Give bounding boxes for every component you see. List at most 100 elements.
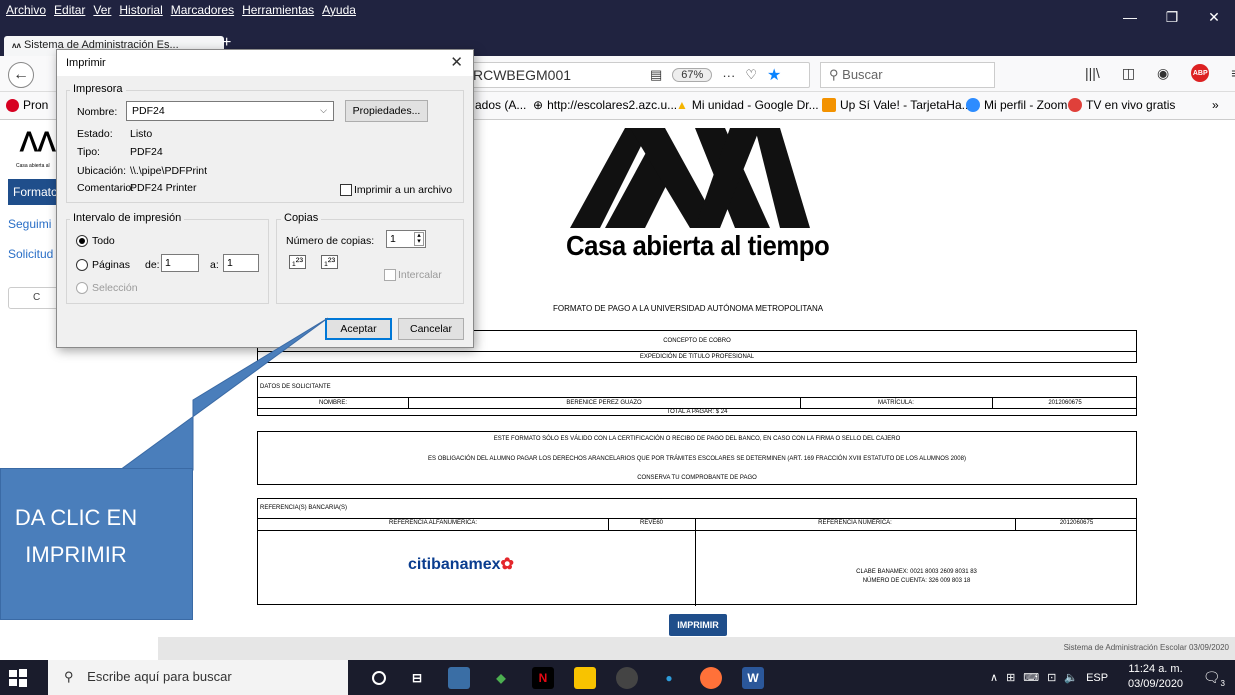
collate-pages-icon: ₁²³ ₁²³ (289, 255, 339, 269)
tipo-value: PDF24 (130, 146, 163, 158)
ref-num-label: REFERENCIA NUMÉRICA: (818, 520, 892, 526)
language-indicator[interactable]: ESP (1086, 672, 1108, 684)
close-icon[interactable]: ✕ (1193, 0, 1235, 34)
app-icon[interactable] (448, 666, 470, 689)
clock-date: 03/09/2020 (1128, 678, 1184, 690)
paginas-radio[interactable] (76, 259, 88, 271)
bookmark-label: Mi unidad - Google Dr... (691, 98, 819, 112)
print-to-file-checkbox[interactable] (340, 184, 352, 196)
up-vale-icon (822, 98, 836, 112)
app-icon[interactable] (616, 666, 638, 689)
sidebar-logo-text: Casa abierta al (16, 163, 50, 169)
clock-time: 11:24 a. m. (1128, 663, 1183, 675)
notes-table: ESTE FORMATO SÓLO ES VÁLIDO CON LA CERTI… (257, 431, 1137, 485)
keyboard-icon[interactable]: ⌨ (1023, 671, 1039, 684)
callout-line2: IMPRIMIR (25, 542, 127, 567)
ref-num-value: 2012060675 (1059, 520, 1094, 526)
ref-alfa-value: REVE60 (639, 520, 663, 526)
windows-start-icon[interactable] (8, 668, 28, 688)
reader-view-icon[interactable]: ▤ (650, 67, 662, 83)
clock[interactable]: 11:24 a. m. 03/09/2020 (1128, 662, 1183, 692)
sidebar-item-solicitud[interactable]: Solicitud (8, 247, 53, 261)
back-arrow-icon[interactable]: ← (8, 62, 34, 88)
seleccion-radio[interactable] (76, 282, 88, 294)
task-view-icon[interactable]: ⊟ (406, 667, 428, 689)
printer-select[interactable]: PDF24 ⌵ (126, 101, 334, 121)
cortana-icon[interactable] (372, 670, 386, 685)
tab-favicon-icon: ᴧᴧ (12, 41, 21, 50)
a-label: a: (210, 259, 219, 271)
app-icon[interactable]: ● (658, 667, 680, 689)
menu-item[interactable]: Archivo (6, 3, 46, 17)
sidebar-item-seguimiento[interactable]: Seguimi (8, 217, 51, 231)
notification-count: 3 (1220, 678, 1225, 688)
comentario-value: PDF24 Printer (130, 182, 197, 194)
menu-item[interactable]: Ayuda (322, 3, 356, 17)
zoom-level[interactable]: 67% (672, 68, 713, 82)
hamburger-menu-icon[interactable]: ≡ (1231, 65, 1235, 81)
note-keep-receipt: CONSERVA TU COMPROBANTE DE PAGO (637, 475, 757, 481)
menu-item[interactable]: Herramientas (242, 3, 314, 17)
restore-icon[interactable]: ❐ (1151, 0, 1193, 34)
taskbar-search-input[interactable]: ⚲ Escribe aquí para buscar (48, 660, 348, 695)
bookmark-label: Pron (23, 98, 49, 112)
todo-label: Todo (92, 235, 115, 247)
clabe: CLABE BANAMEX: 0021 8003 2609 8031 83 (856, 569, 977, 575)
minimize-icon[interactable]: — (1109, 0, 1151, 34)
printer-group-label: Impresora (70, 83, 126, 95)
sidebar-toggle-icon[interactable]: ◫ (1122, 65, 1135, 82)
menu-item[interactable]: Editar (54, 3, 85, 17)
bookmark-item[interactable]: TV en vivo gratis (1068, 98, 1175, 112)
ref-alfa-label: REFERENCIA ALFANUMERICA: (388, 520, 478, 526)
cancelar-button[interactable]: Cancelar (398, 318, 464, 340)
logo-text: Casa abierta al tiempo (566, 230, 830, 261)
page-actions-icon[interactable]: ··· (722, 68, 735, 83)
propiedades-button[interactable]: Propiedades... (345, 100, 428, 122)
spinner-icon[interactable]: ▴ ▾ (414, 232, 424, 246)
url-tools: ▤ 67% ··· ♡ ★ (650, 62, 781, 88)
account-icon[interactable]: ◉ (1157, 65, 1169, 82)
search-input[interactable]: ⚲ Buscar (820, 62, 995, 88)
volume-icon[interactable]: 🔈 (1064, 671, 1078, 684)
library-icon[interactable]: |||\ (1085, 65, 1100, 81)
document-title: FORMATO DE PAGO A LA UNIVERSIDAD AUTÓNOM… (553, 304, 824, 313)
google-drive-icon: ▲ (676, 98, 688, 112)
imprimir-button[interactable]: IMPRIMIR (669, 614, 727, 636)
taskbar: ⚲ Escribe aquí para buscar ⊟ ◆ N ● W ∧ ⊞… (0, 660, 1235, 695)
dialog-close-icon[interactable]: ✕ (450, 53, 463, 71)
aceptar-button[interactable]: Aceptar (325, 318, 392, 340)
menu-item[interactable]: Historial (119, 3, 162, 17)
netflix-icon[interactable]: N (532, 666, 554, 689)
intercalar-checkbox[interactable] (384, 269, 396, 281)
menu-item[interactable]: Ver (93, 3, 111, 17)
references-label: REFERENCIA(S) BANCARIA(S) (260, 505, 348, 511)
file-explorer-icon[interactable] (574, 666, 596, 689)
datos-table: DATOS DE SOLICITANTE NOMBRE: BERENICE PE… (257, 376, 1137, 416)
bookmark-item[interactable]: ados (A... (475, 98, 526, 112)
notification-icon[interactable]: 🗨3 (1203, 669, 1225, 688)
search-icon: ⚲ (829, 67, 839, 82)
bookmarks-overflow-icon[interactable]: » (1212, 98, 1219, 112)
bookmark-star-icon[interactable]: ★ (767, 65, 781, 85)
firefox-icon[interactable] (700, 666, 722, 689)
bookmark-item[interactable]: Up Sí Vale! - TarjetaHa... (822, 98, 972, 112)
tray-expand-icon[interactable]: ∧ (990, 671, 998, 684)
page-to-input[interactable]: 1 (223, 254, 259, 272)
word-icon[interactable]: W (742, 666, 764, 689)
page-from-input[interactable]: 1 (161, 254, 199, 272)
bookmark-item[interactable]: Mi perfil - Zoom (966, 98, 1067, 112)
bookmark-item[interactable]: ⊕ http://escolares2.azc.u... (533, 98, 677, 112)
todo-radio[interactable] (76, 235, 88, 247)
bookmark-item[interactable]: ▲ Mi unidad - Google Dr... (676, 98, 819, 112)
network-icon[interactable]: ⊞ (1006, 671, 1015, 684)
app-icon[interactable]: ◆ (490, 667, 512, 689)
num-copies-input[interactable]: 1 ▴ ▾ (386, 230, 426, 248)
tv-icon (1068, 98, 1082, 112)
search-placeholder: Buscar (842, 67, 883, 82)
adblock-icon[interactable]: ABP (1191, 64, 1210, 82)
bookmark-item[interactable]: Pron (6, 98, 48, 112)
wifi-icon[interactable]: ⊡ (1047, 671, 1056, 684)
menu-item[interactable]: Marcadores (171, 3, 234, 17)
toolbar-right: |||\ ◫ ◉ ABP ≡ (1085, 64, 1235, 82)
pocket-icon[interactable]: ♡ (745, 67, 757, 83)
